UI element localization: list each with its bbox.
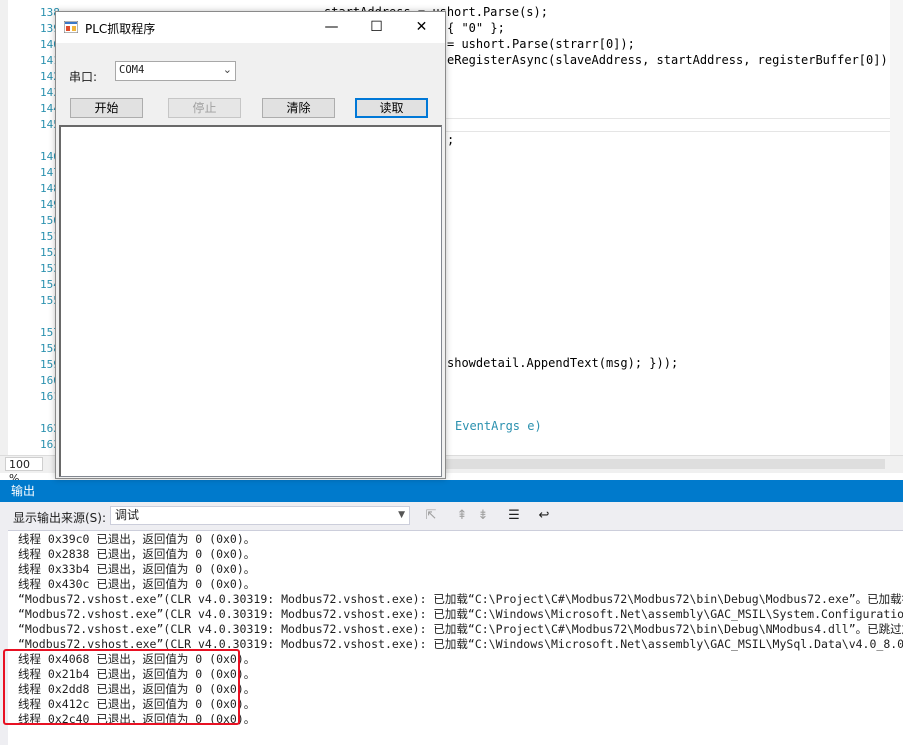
clear-button[interactable]: 清除 (262, 98, 335, 118)
output-line: “Modbus72.vshost.exe”(CLR v4.0.30319: Mo… (18, 622, 903, 636)
window-titlebar[interactable]: PLC抓取程序 — ☐ ✕ (56, 12, 445, 43)
close-button[interactable]: ✕ (399, 12, 444, 43)
scope-separator (445, 131, 903, 132)
code-line-162: EventArgs e) (455, 419, 542, 433)
read-button[interactable]: 读取 (355, 98, 428, 118)
output-toolbar: 显示输出来源(S): 调试 ▼ ⇱ ⇞ ⇟ ☰ ↩ (0, 502, 903, 530)
chevron-down-icon: ⌄ (222, 63, 232, 76)
zoom-level-box[interactable]: 100 % (5, 457, 43, 485)
output-line: “Modbus72.vshost.exe”(CLR v4.0.30319: Mo… (18, 607, 903, 621)
code-line-140: = ushort.Parse(strarr[0]); (447, 37, 635, 51)
code-line-141: eRegisterAsync(slaveAddress, startAddres… (447, 53, 895, 67)
serial-port-select[interactable]: COM4 ⌄ (115, 61, 236, 81)
detail-textbox[interactable] (59, 125, 442, 477)
output-title-text: 输出 (11, 484, 36, 498)
output-panel-title[interactable]: 输出 (0, 480, 903, 502)
scope-separator (445, 118, 903, 119)
start-button[interactable]: 开始 (70, 98, 143, 118)
next-message-icon[interactable]: ⇟ (474, 508, 492, 524)
word-wrap-icon[interactable]: ↩ (535, 508, 553, 524)
highlight-box (3, 649, 240, 725)
stop-button[interactable]: 停止 (168, 98, 241, 118)
output-source-label: 显示输出来源(S): (13, 511, 107, 525)
output-source-select[interactable]: 调试 ▼ (110, 506, 410, 525)
code-line-146: ; (447, 133, 455, 147)
output-line: “Modbus72.vshost.exe”(CLR v4.0.30319: Mo… (18, 592, 903, 606)
editor-vertical-scrollbar[interactable] (890, 0, 903, 455)
output-line: 线程 0x2838 已退出，返回值为 0 (0x0)。 (18, 547, 256, 561)
previous-message-icon[interactable]: ⇞ (453, 508, 471, 524)
output-source-value: 调试 (115, 508, 140, 522)
window-title: PLC抓取程序 (85, 22, 156, 36)
goto-location-icon[interactable]: ⇱ (422, 508, 440, 524)
line-number-gutter: 138 139 140 141 142 143 144 145 146 147 … (8, 0, 60, 455)
output-line: 线程 0x430c 已退出，返回值为 0 (0x0)。 (18, 577, 256, 591)
serial-port-label: 串口: (69, 70, 98, 84)
maximize-button[interactable]: ☐ (354, 12, 399, 43)
code-line-139: { "0" }; (447, 21, 505, 35)
chevron-down-icon: ▼ (398, 510, 405, 520)
minimize-button[interactable]: — (309, 12, 354, 43)
output-line: 线程 0x39c0 已退出，返回值为 0 (0x0)。 (18, 532, 256, 546)
plc-capture-window: PLC抓取程序 — ☐ ✕ 串口: COM4 ⌄ 开始 停止 清除 读取 (55, 11, 446, 479)
serial-port-value: COM4 (119, 64, 145, 76)
app-icon (64, 21, 78, 33)
clear-all-icon[interactable]: ☰ (505, 508, 523, 524)
output-line: 线程 0x33b4 已退出，返回值为 0 (0x0)。 (18, 562, 256, 576)
code-line-159: showdetail.AppendText(msg); })); (447, 356, 679, 370)
editor-horizontal-scrollbar[interactable] (445, 459, 885, 469)
